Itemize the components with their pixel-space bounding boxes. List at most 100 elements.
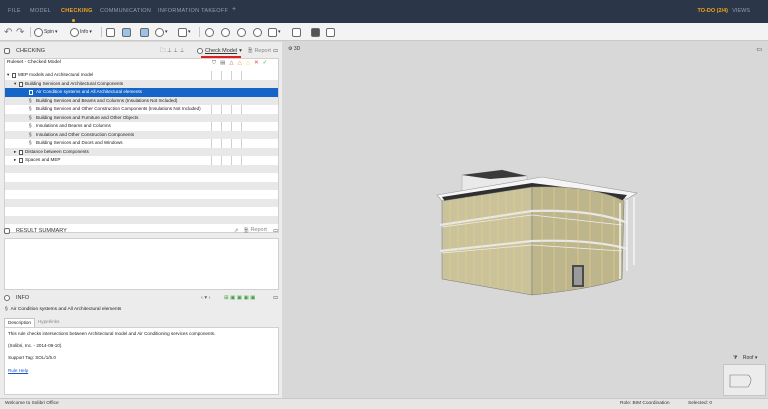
tree-row[interactable]: § Building Services and Doors and Window… (5, 139, 278, 148)
zoom-extents-icon[interactable] (205, 26, 214, 38)
spin-button[interactable]: Spin ▾ (34, 26, 58, 38)
tree-row-empty (5, 215, 278, 224)
report-label: Report (254, 48, 271, 54)
tab-information-takeoff[interactable]: INFORMATION TAKEOFF (158, 8, 228, 14)
chevron-down-icon[interactable]: ▾ (755, 355, 758, 361)
info-button[interactable]: Info ▾ (70, 26, 92, 38)
cube-icon: ⚙ (288, 46, 293, 52)
box-view-icon[interactable]: ▾ (178, 26, 191, 38)
result-summary-panel (4, 238, 279, 290)
info-title: INFO (16, 295, 30, 301)
zoom-in-icon[interactable] (221, 26, 230, 38)
info-icon (70, 27, 79, 37)
low-icon[interactable]: △ (246, 60, 250, 67)
collapse-icon[interactable]: ▭ (273, 295, 278, 301)
filter-icon[interactable]: ⧩ (733, 355, 737, 361)
views-button[interactable]: VIEWS (732, 8, 750, 14)
share-icon[interactable]: ⇗ (234, 228, 239, 234)
add-tab-icon[interactable]: + (232, 6, 236, 13)
support-tag-text: Support Tag: SOL/1/5.0 (8, 355, 56, 360)
3d-viewport[interactable]: ⚙ 3D ▭ ⧩ Roof ▾ (282, 42, 768, 398)
visibility-icon[interactable] (122, 26, 131, 38)
report-icon: 🗎 (244, 227, 249, 234)
tree-row[interactable]: § Building Services and Beams and Column… (5, 96, 278, 105)
tag-icon[interactable]: ⛉ (212, 60, 216, 67)
tree-row[interactable]: § Building Services and Other Constructi… (5, 105, 278, 114)
spin-icon (34, 27, 43, 37)
chevron-down-icon: ▾ (89, 29, 92, 35)
tab-checking[interactable]: CHECKING (61, 8, 93, 22)
info-icon (4, 295, 10, 301)
slice-icon[interactable] (292, 26, 301, 38)
doc-icon[interactable]: ▤ (220, 60, 225, 67)
rule-help-link[interactable]: Rule Help (8, 368, 28, 373)
result-summary-header: RESULT SUMMARY ⇗ 🗎 Report ▭ (4, 226, 279, 236)
accepted-icon[interactable]: ✓ (263, 60, 268, 67)
tab-communication[interactable]: COMMUNICATION (100, 8, 151, 14)
info-rule-name: § Air Condition systems and All Architec… (5, 307, 121, 312)
selected-count: Selected: 0 (688, 401, 713, 406)
info-tool-icons[interactable]: ⊞ ▣ ▣ ▣ ▣ (224, 295, 256, 301)
zoom-window-icon[interactable] (253, 26, 262, 38)
result-filter-icons: ⛉ ▤ △ △ △ ✕ ✓ (212, 60, 267, 67)
status-bar: Welcome to Solibri Office Role: BIM Coor… (0, 398, 768, 409)
undo-icon[interactable]: ↶ (4, 26, 12, 38)
camera-icon[interactable] (311, 26, 320, 38)
tree-row-empty (5, 164, 278, 173)
tree-row[interactable]: ▾ Building Services and Architectural Co… (5, 79, 278, 88)
check-model-label: Check Model (205, 48, 238, 54)
palette-icon[interactable]: ▾ (155, 26, 168, 38)
report-button[interactable]: 🗎 Report (248, 47, 271, 56)
maximize-icon[interactable]: ▭ (756, 46, 762, 53)
tab-model[interactable]: MODEL (30, 8, 51, 14)
tab-hyperlinks[interactable]: Hyperlinks (35, 318, 62, 327)
chevron-down-icon: ▾ (239, 48, 242, 54)
tree-row-empty (5, 198, 278, 207)
tree-row-empty (5, 190, 278, 199)
tree-row[interactable]: § Insulations and Beams and Columns (5, 122, 278, 131)
top-menu-bar: FILE MODEL CHECKING COMMUNICATION INFORM… (0, 0, 768, 23)
checking-title: CHECKING (16, 48, 46, 54)
tree-row[interactable]: § Insulations and Other Construction Com… (5, 130, 278, 139)
tree-row-empty (5, 173, 278, 182)
checking-tree-panel: Ruleset - Checked Model ⛉ ▤ △ △ △ ✕ ✓ ▾ … (4, 58, 279, 233)
folder-icons[interactable]: 🗀 ⊥ ⊥ ⊥ (160, 47, 184, 56)
welcome-text: Welcome to Solibri Office (5, 401, 59, 406)
tab-description[interactable]: Description (4, 318, 35, 327)
tree-row-selected[interactable]: Air Condition systems and All Architectu… (5, 88, 278, 97)
building-model[interactable] (432, 167, 642, 307)
moderate-icon[interactable]: △ (238, 60, 242, 67)
tab-file[interactable]: FILE (8, 8, 21, 14)
floor-plan-minimap[interactable] (723, 364, 766, 396)
zoom-out-icon[interactable] (237, 26, 246, 38)
todo-button[interactable]: TO-DO (2/4) (698, 8, 728, 14)
checking-icon (4, 48, 10, 54)
tree-row[interactable]: § Building Services and Furniture and Ot… (5, 113, 278, 122)
critical-icon[interactable]: △ (229, 60, 233, 67)
collapse-icon[interactable]: ▭ (273, 228, 278, 234)
isolate-icon[interactable] (140, 26, 149, 38)
rule-name-label: Air Condition systems and All Architectu… (10, 307, 122, 312)
check-model-button[interactable]: Check Model ▾ (197, 48, 242, 54)
description-text: This rule checks intersections between A… (8, 331, 216, 336)
collapse-icon[interactable]: ▭ (273, 48, 278, 54)
tree-row[interactable]: ▸ Spaces and MEP (5, 156, 278, 165)
selection-basket-icon[interactable] (106, 26, 115, 38)
report-icon: 🗎 (248, 47, 253, 54)
layers-icon[interactable] (326, 26, 335, 38)
rule-icon: § (5, 307, 8, 312)
tree-row[interactable]: ▸ Distance between Components (5, 147, 278, 156)
rejected-icon[interactable]: ✕ (254, 60, 259, 67)
info-header: INFO ‹ ▾ › ⊞ ▣ ▣ ▣ ▣ ▭ (4, 293, 279, 303)
info-label: Info (80, 29, 89, 35)
result-summary-icon (4, 228, 10, 234)
redo-icon[interactable]: ↷ (16, 26, 24, 38)
nav-arrows[interactable]: ‹ ▾ › (201, 295, 210, 301)
view-3d-label: ⚙ 3D (288, 46, 301, 52)
measure-icon[interactable]: ▾ (268, 26, 281, 38)
chevron-down-icon: ▾ (55, 29, 58, 35)
tree-row[interactable]: ▾ MEP models and Architectural model (5, 71, 278, 80)
result-report-button[interactable]: 🗎 Report (244, 227, 267, 236)
result-report-label: Report (250, 226, 267, 233)
ruleset-label: Ruleset - Checked Model (7, 60, 61, 65)
